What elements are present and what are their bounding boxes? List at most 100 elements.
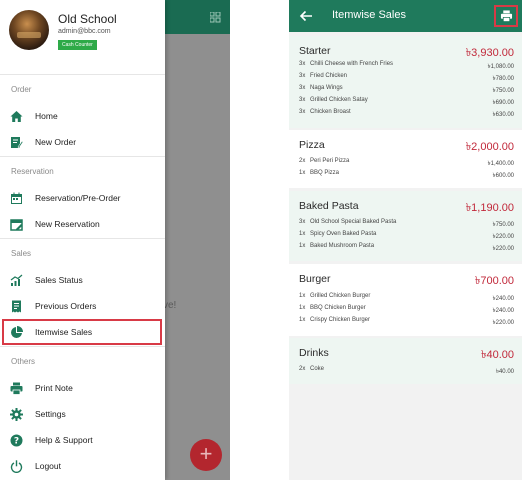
nav-drawer: Old School admin@bbc.com Cash Counter Or… (0, 0, 165, 480)
printer-icon (500, 10, 513, 22)
category-name: Drinks (299, 347, 329, 359)
print-button[interactable] (494, 5, 518, 27)
item-qty: 3x (299, 73, 306, 79)
menu-item-logout[interactable]: Logout (0, 453, 165, 479)
gear-icon (10, 408, 23, 421)
category-name: Starter (299, 45, 331, 57)
item-price: ৳220.00 (492, 234, 514, 240)
item-name: Fried Chicken (310, 73, 348, 79)
home-icon (10, 111, 23, 122)
category-card: Baked Pasta ৳1,190.00 3x Old School Speci… (289, 191, 522, 261)
item-price: ৳240.00 (492, 296, 514, 302)
menu-item-label: Sales Status (35, 275, 83, 285)
arrow-back-icon[interactable] (299, 9, 313, 23)
underlay-text: ve! (163, 300, 177, 311)
edit-note-icon (11, 137, 23, 149)
section-title: Sales (11, 249, 32, 258)
category-card: Pizza ৳2,000.00 2x Peri Peri Pizza ৳1,400.… (289, 130, 522, 188)
printer-icon (10, 382, 23, 395)
section-title: Order (11, 85, 32, 94)
menu-item-home[interactable]: Home (0, 103, 165, 129)
item-price: ৳220.00 (492, 246, 514, 252)
category-total: ৳1,190.00 (465, 202, 514, 214)
navigation-screen: ve! + Old School admin@bbc.com Cash Coun… (0, 0, 230, 480)
menu-item-label: Settings (35, 409, 66, 419)
item-qty: 1x (299, 170, 306, 176)
item-qty: 1x (299, 293, 306, 299)
trend-chart-icon (10, 274, 23, 286)
section-reservation: Reservation Reservation/Pre-Order New Re… (0, 156, 165, 238)
category-name: Burger (299, 273, 331, 285)
menu-item-label: New Order (35, 137, 77, 147)
item-qty: 1x (299, 305, 306, 311)
menu-item-label: Reservation/Pre-Order (35, 193, 121, 203)
receipt-icon (12, 300, 21, 313)
item-qty: 3x (299, 219, 306, 225)
app-bar: Itemwise Sales (289, 0, 522, 32)
section-sales: Sales Sales Status Previous Orders Itemw… (0, 238, 165, 346)
page-title: Itemwise Sales (332, 9, 406, 21)
item-price: ৳240.00 (492, 308, 514, 314)
menu-item-print-note[interactable]: Print Note (0, 375, 165, 401)
menu-item-label: Home (35, 111, 58, 121)
section-title: Reservation (11, 167, 54, 176)
section-title: Others (11, 357, 36, 366)
menu-item-reservation-preorder[interactable]: Reservation/Pre-Order (0, 185, 165, 211)
help-icon: ? (10, 434, 23, 447)
item-price: ৳1,080.00 (487, 64, 514, 70)
item-name: Coke (310, 366, 325, 372)
item-price: ৳1,400.00 (487, 161, 514, 167)
menu-item-settings[interactable]: Settings (0, 401, 165, 427)
item-qty: 1x (299, 317, 306, 323)
item-price: ৳220.00 (492, 320, 514, 326)
category-card: Starter ৳3,930.00 3x Chilli Cheese with F… (289, 36, 522, 128)
category-total: ৳2,000.00 (465, 141, 514, 153)
grid-icon[interactable] (210, 12, 221, 23)
menu-item-previous-orders[interactable]: Previous Orders (0, 293, 165, 319)
item-qty: 1x (299, 231, 306, 237)
menu-item-help-support[interactable]: ? Help & Support (0, 427, 165, 453)
menu-item-label: Help & Support (35, 435, 93, 445)
item-price: ৳630.00 (492, 112, 514, 118)
category-name: Pizza (299, 139, 325, 151)
item-name: Old School Special Baked Pasta (310, 219, 397, 225)
add-fab-button[interactable]: + (190, 439, 222, 471)
itemwise-sales-screen: Itemwise Sales Starter ৳3,930.00 3x Chill… (289, 0, 522, 480)
profile-email: admin@bbc.com (58, 28, 111, 35)
menu-item-new-reservation[interactable]: New Reservation (0, 211, 165, 237)
profile-header: Old School admin@bbc.com Cash Counter (0, 0, 165, 68)
menu-item-label: Print Note (35, 383, 73, 393)
item-name: BBQ Chicken Burger (310, 305, 366, 311)
item-name: BBQ Pizza (310, 170, 340, 176)
calendar-edit-icon (10, 219, 23, 231)
item-name: Peri Peri Pizza (310, 158, 350, 164)
item-price: ৳600.00 (492, 173, 514, 179)
category-card: Burger ৳700.00 1x Grilled Chicken Burger ৳… (289, 264, 522, 336)
section-others: Others Print Note Settings ? Help & Supp… (0, 346, 165, 480)
item-qty: 2x (299, 158, 306, 164)
menu-item-label: Logout (35, 461, 61, 471)
item-qty: 3x (299, 85, 306, 91)
item-qty: 1x (299, 243, 306, 249)
item-name: Naga Wings (310, 85, 343, 91)
avatar (9, 10, 49, 50)
item-name: Crispy Chicken Burger (310, 317, 371, 323)
role-badge: Cash Counter (58, 40, 97, 50)
item-qty: 3x (299, 61, 306, 67)
item-price: ৳690.00 (492, 100, 514, 106)
item-name: Chicken Broast (310, 109, 351, 115)
item-price: ৳40.00 (495, 369, 514, 375)
menu-item-new-order[interactable]: New Order (0, 129, 165, 155)
category-total: ৳700.00 (474, 275, 514, 287)
calendar-icon (11, 192, 22, 204)
item-qty: 3x (299, 97, 306, 103)
item-name: Spicy Oven Baked Pasta (310, 231, 377, 237)
menu-item-label: Itemwise Sales (35, 327, 93, 337)
item-price: ৳780.00 (492, 76, 514, 82)
category-total: ৳40.00 (480, 349, 514, 361)
profile-name: Old School (58, 12, 117, 26)
svg-text:?: ? (14, 437, 19, 447)
menu-item-itemwise-sales[interactable]: Itemwise Sales (2, 319, 162, 345)
menu-item-sales-status[interactable]: Sales Status (0, 267, 165, 293)
item-name: Chilli Cheese with French Fries (310, 61, 394, 67)
